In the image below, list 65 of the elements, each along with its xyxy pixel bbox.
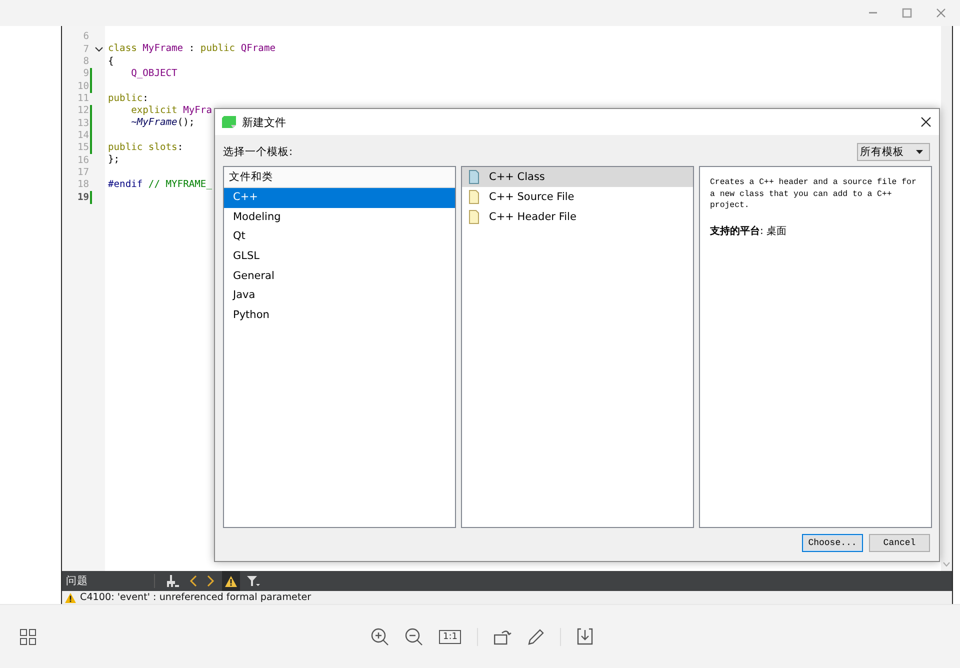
template-item[interactable]: C++ Class	[462, 167, 693, 187]
cancel-button[interactable]: Cancel	[869, 534, 930, 552]
line-number: 19	[76, 192, 89, 204]
code-line: Q_OBJECT	[130, 68, 178, 80]
pencil-icon[interactable]	[528, 628, 544, 644]
warning-icon	[225, 576, 237, 586]
line-number: 11	[76, 92, 89, 105]
category-item[interactable]: Qt	[224, 227, 455, 248]
category-item[interactable]: C++	[224, 188, 455, 208]
line-number: 12	[76, 105, 89, 118]
app-logo-icon	[222, 116, 236, 128]
category-item[interactable]: General	[224, 266, 455, 286]
rotate-icon[interactable]	[494, 628, 512, 644]
broom-icon[interactable]	[166, 575, 179, 587]
document-icon	[469, 170, 479, 184]
actual-size-button[interactable]: 1:1	[439, 630, 462, 644]
template-filter-dropdown[interactable]: 所有模板	[857, 143, 930, 161]
maximize-icon[interactable]	[902, 8, 912, 18]
code-line: };	[108, 154, 120, 166]
caret-icon	[916, 150, 923, 154]
line-number: 8	[82, 56, 89, 68]
prompt-label: 选择一个模板:	[223, 145, 293, 159]
warning-icon	[65, 592, 76, 602]
line-number: 17	[76, 166, 89, 179]
line-number: 10	[76, 80, 89, 93]
category-item[interactable]: Java	[224, 286, 455, 306]
panel-title: 问题	[65, 574, 89, 588]
close-icon[interactable]	[921, 117, 931, 127]
scrollbar[interactable]	[941, 26, 952, 571]
previous-icon[interactable]	[189, 575, 197, 587]
code-line: public:	[108, 92, 148, 104]
template-item[interactable]: C++ Header File	[462, 207, 693, 227]
template-description: Creates a C++ header and a source file for a new class that you can add to a C++ project.	[710, 177, 918, 212]
line-number: 14	[76, 130, 89, 142]
filter-icon[interactable]	[247, 575, 260, 587]
fold-icon[interactable]	[95, 47, 103, 52]
document-icon	[469, 210, 479, 224]
line-number: 16	[76, 154, 89, 167]
line-number: 6	[82, 31, 89, 44]
choose-button[interactable]: Choose...	[802, 534, 863, 552]
document-icon	[469, 190, 479, 204]
category-item[interactable]: GLSL	[224, 247, 455, 267]
code-line: explicit MyFra	[130, 105, 212, 116]
category-item[interactable]: Modeling	[224, 208, 455, 228]
code-line: ~MyFrame();	[130, 117, 195, 128]
line-number: 15	[76, 142, 89, 154]
dialog-title: 新建文件	[242, 114, 286, 130]
next-icon[interactable]	[207, 575, 215, 587]
zoom-in-icon[interactable]	[371, 628, 389, 646]
code-line: public slots:	[108, 142, 184, 154]
grid-icon[interactable]	[20, 628, 36, 644]
save-icon[interactable]	[577, 628, 594, 645]
line-number: 13	[76, 118, 89, 130]
platform-info: 支持的平台: 桌面	[710, 224, 788, 238]
list-header: 文件和类	[224, 167, 455, 188]
template-item[interactable]: C++ Source File	[462, 187, 693, 207]
zoom-out-icon[interactable]	[405, 628, 423, 646]
line-number: 9	[82, 68, 89, 80]
code-line: #endif // MYFRAME_	[108, 179, 212, 190]
category-item[interactable]: Python	[224, 306, 455, 326]
line-number: 18	[76, 179, 89, 192]
warning-filter-toggle[interactable]	[222, 571, 240, 591]
code-line: class MyFrame : public QFrame	[108, 43, 276, 54]
line-number: 7	[82, 44, 89, 56]
code-line: {	[108, 56, 114, 67]
